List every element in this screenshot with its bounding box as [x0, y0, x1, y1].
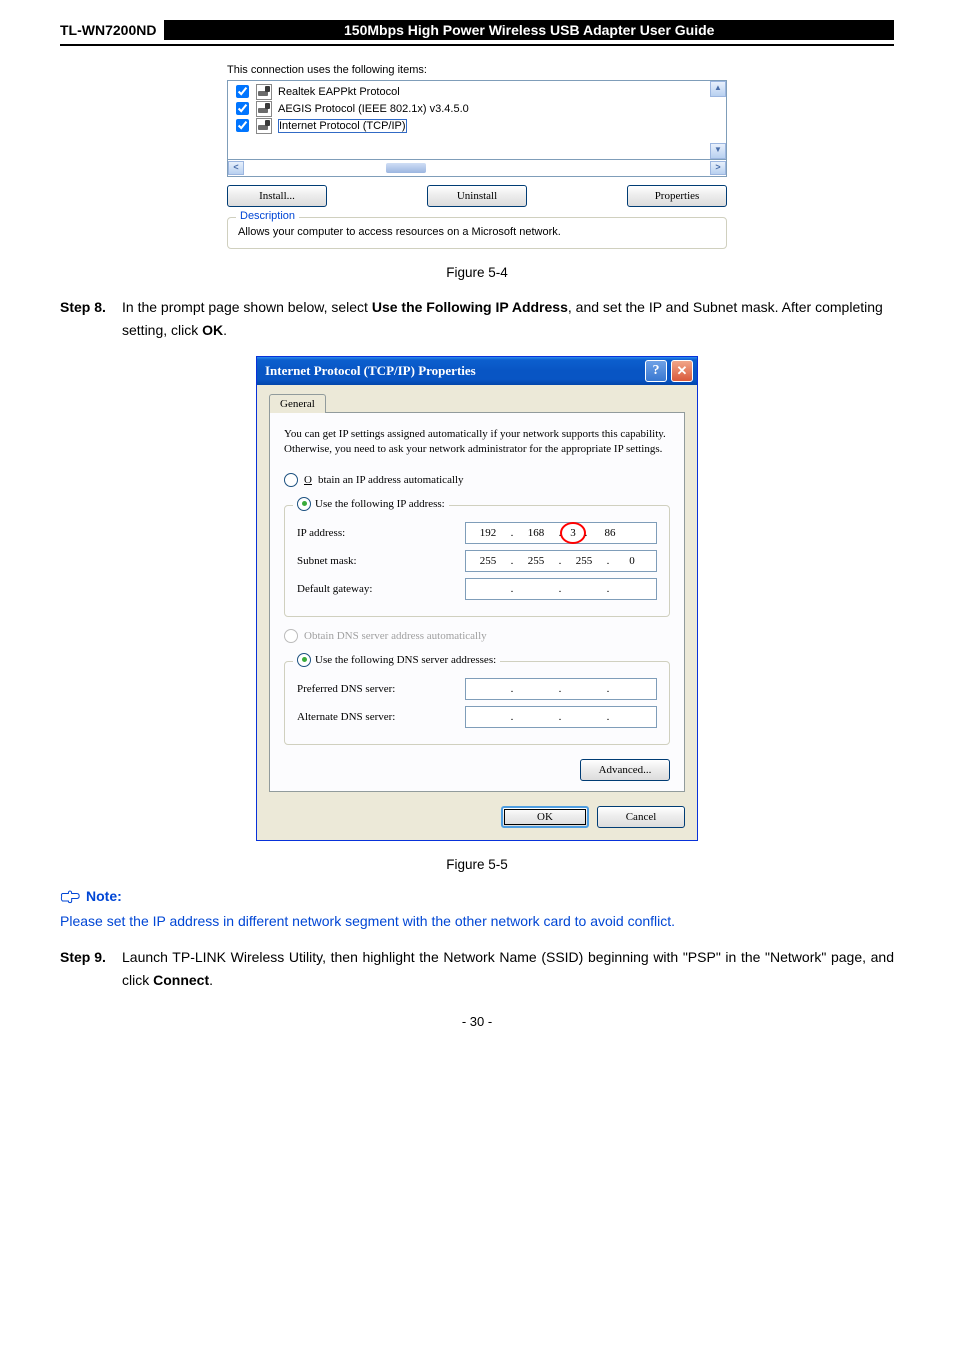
- step-text: .: [209, 972, 213, 988]
- scroll-left-icon[interactable]: <: [228, 161, 244, 175]
- page-number: - 30 -: [60, 1014, 894, 1029]
- highlight-circle: 3: [560, 522, 586, 544]
- list-item[interactable]: Realtek EAPPkt Protocol: [232, 83, 722, 100]
- figure-caption: Figure 5-4: [60, 265, 894, 280]
- step-text: .: [223, 322, 227, 338]
- ok-button[interactable]: OK: [501, 806, 589, 828]
- step-label: Step 9.: [60, 946, 122, 992]
- close-icon[interactable]: ✕: [671, 360, 693, 382]
- octet: 3: [570, 527, 576, 539]
- hand-icon: [60, 888, 80, 904]
- alt-dns-input[interactable]: ...: [465, 706, 657, 728]
- item-label: Internet Protocol (TCP/IP): [278, 119, 407, 133]
- pref-dns-input[interactable]: ...: [465, 678, 657, 700]
- use-dns-group: Use the following DNS server addresses: …: [284, 661, 670, 745]
- radio-auto-dns: [284, 629, 298, 643]
- octet: 86: [588, 527, 632, 539]
- opt-use-ip-label: Use the following IP address:: [315, 498, 445, 510]
- scroll-right-icon[interactable]: >: [710, 161, 726, 175]
- radio-use-dns[interactable]: [297, 653, 311, 667]
- step-label: Step 8.: [60, 296, 122, 342]
- dialog-title: Internet Protocol (TCP/IP) Properties: [261, 363, 641, 379]
- horizontal-scrollbar[interactable]: < >: [227, 160, 727, 177]
- header: TL-WN7200ND 150Mbps High Power Wireless …: [60, 20, 894, 46]
- description-group: Description Allows your computer to acce…: [227, 217, 727, 249]
- alt-dns-label: Alternate DNS server:: [297, 711, 395, 723]
- opt-auto-dns-label: Obtain DNS server address automatically: [304, 630, 487, 642]
- protocol-icon: [256, 118, 272, 134]
- scroll-down-icon[interactable]: ▼: [710, 143, 726, 159]
- octet: 255: [562, 555, 606, 567]
- properties-button[interactable]: Properties: [627, 185, 727, 207]
- item-label: AEGIS Protocol (IEEE 802.1x) v3.4.5.0: [278, 103, 469, 115]
- advanced-button[interactable]: Advanced...: [580, 759, 670, 781]
- tab-general[interactable]: General: [269, 394, 326, 413]
- description-title: Description: [236, 210, 299, 222]
- list-item[interactable]: Internet Protocol (TCP/IP): [232, 117, 722, 134]
- step-text: In the prompt page shown below, select: [122, 299, 372, 315]
- opt-auto-ip-label: btain an IP address automatically: [318, 474, 464, 486]
- opt-use-dns-label: Use the following DNS server addresses:: [315, 654, 496, 666]
- subnet-label: Subnet mask:: [297, 555, 357, 567]
- gateway-input[interactable]: ...: [465, 578, 657, 600]
- use-ip-group: Use the following IP address: IP address…: [284, 505, 670, 617]
- description-text: Allows your computer to access resources…: [238, 226, 561, 238]
- checkbox[interactable]: [236, 85, 249, 98]
- opt-auto-ip: O: [304, 474, 312, 486]
- step-bold: Use the Following IP Address: [372, 299, 568, 315]
- ip-label: IP address:: [297, 527, 345, 539]
- model-label: TL-WN7200ND: [60, 20, 164, 40]
- note-header: Note:: [60, 888, 894, 904]
- figure-caption: Figure 5-5: [60, 857, 894, 872]
- scroll-thumb[interactable]: [386, 163, 426, 173]
- titlebar[interactable]: Internet Protocol (TCP/IP) Properties ? …: [257, 357, 697, 385]
- octet: 168: [514, 527, 558, 539]
- note-text: Please set the IP address in different n…: [60, 910, 894, 934]
- ip-address-input[interactable]: 192.168.3.86: [465, 522, 657, 544]
- gateway-label: Default gateway:: [297, 583, 372, 595]
- install-button[interactable]: Install...: [227, 185, 327, 207]
- step-bold: Connect: [153, 972, 209, 988]
- checkbox[interactable]: [236, 119, 249, 132]
- help-icon[interactable]: ?: [645, 360, 667, 382]
- radio-auto-ip[interactable]: [284, 473, 298, 487]
- radio-use-ip[interactable]: [297, 497, 311, 511]
- uninstall-button[interactable]: Uninstall: [427, 185, 527, 207]
- step-bold: OK: [202, 322, 223, 338]
- pref-dns-label: Preferred DNS server:: [297, 683, 395, 695]
- protocol-icon: [256, 84, 272, 100]
- step8: Step 8. In the prompt page shown below, …: [60, 296, 894, 342]
- step9: Step 9. Launch TP-LINK Wireless Utility,…: [60, 946, 894, 992]
- octet: 255: [466, 555, 510, 567]
- octet: 255: [514, 555, 558, 567]
- checkbox[interactable]: [236, 102, 249, 115]
- tcpip-dialog: Internet Protocol (TCP/IP) Properties ? …: [256, 356, 698, 841]
- step-text: Launch TP-LINK Wireless Utility, then hi…: [122, 949, 894, 988]
- items-listbox[interactable]: ▲ ▼ Realtek EAPPkt Protocol AEGIS Protoc…: [227, 80, 727, 160]
- cancel-button[interactable]: Cancel: [597, 806, 685, 828]
- intro-text: You can get IP settings assigned automat…: [284, 427, 670, 457]
- octet: 0: [610, 555, 654, 567]
- note-label: Note:: [86, 888, 122, 904]
- guide-label: 150Mbps High Power Wireless USB Adapter …: [164, 20, 894, 40]
- items-caption: This connection uses the following items…: [227, 64, 727, 76]
- protocol-icon: [256, 101, 272, 117]
- subnet-input[interactable]: 255.255.255.0: [465, 550, 657, 572]
- octet: 192: [466, 527, 510, 539]
- item-label: Realtek EAPPkt Protocol: [278, 86, 400, 98]
- scroll-up-icon[interactable]: ▲: [710, 81, 726, 97]
- connection-items-group: This connection uses the following items…: [227, 64, 727, 249]
- list-item[interactable]: AEGIS Protocol (IEEE 802.1x) v3.4.5.0: [232, 100, 722, 117]
